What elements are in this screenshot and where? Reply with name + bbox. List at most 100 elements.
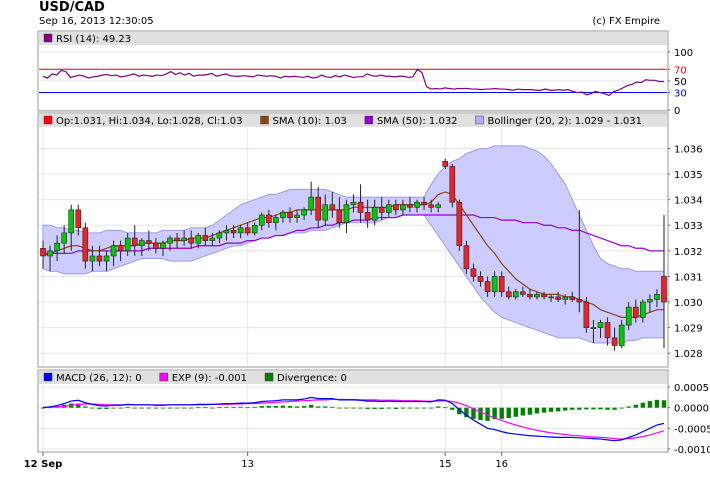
x-tick-label-1: 13 (241, 459, 254, 470)
candle-body-57 (442, 160, 449, 167)
candle-58 (449, 163, 456, 208)
candle-body-67 (513, 291, 519, 298)
candle-body-11 (117, 245, 124, 252)
candle-body-66 (505, 291, 512, 298)
divergence-bar-84 (633, 404, 638, 408)
macd-panel: MACD (26, 12): 0 EXP (9): -0.001 Divergenc… (37, 369, 710, 456)
divergence-bar-23 (203, 407, 208, 409)
divergence-bar-73 (555, 407, 561, 412)
candle-body-84 (632, 306, 639, 318)
candle-59 (456, 199, 463, 251)
price-tick-label-0: 1.036 (674, 144, 703, 155)
candle-body-47 (371, 207, 378, 221)
candle-body-62 (477, 276, 484, 282)
candle-body-50 (393, 204, 399, 211)
candle-body-38 (308, 196, 314, 211)
candle-body-45 (357, 201, 364, 213)
candle-body-13 (131, 237, 138, 247)
macd-tick-label-2: -0.0005 (674, 424, 710, 435)
candle-body-77 (583, 301, 590, 328)
candle-body-7 (89, 255, 96, 262)
divergence-bar-82 (619, 407, 624, 409)
divergence-bar-41 (330, 406, 335, 408)
divergence-bar-26 (224, 406, 229, 408)
candle-body-43 (343, 204, 350, 223)
divergence-bar-47 (372, 407, 377, 409)
divergence-bar-34 (280, 405, 286, 408)
divergence-bar-53 (414, 407, 420, 409)
divergence-bar-17 (160, 407, 166, 409)
legend-label-0: RSI (14): 49.23 (56, 34, 131, 45)
divergence-bar-85 (640, 402, 646, 408)
x-tick-label-3: 16 (495, 459, 508, 470)
divergence-bar-31 (259, 406, 264, 408)
divergence-bar-9 (104, 407, 109, 409)
candle-body-32 (266, 214, 272, 223)
macd-tick-label-0: 0.0005 (674, 383, 709, 394)
legend-swatch-3 (475, 115, 484, 125)
divergence-bar-12 (125, 407, 130, 409)
price-tick-label-5: 1.031 (674, 272, 703, 283)
candle-body-82 (618, 324, 625, 346)
legend-label-2: SMA (50): 1.032 (377, 116, 458, 127)
divergence-bar-35 (287, 406, 293, 408)
divergence-bar-15 (146, 407, 152, 409)
candle-body-40 (322, 204, 329, 221)
divergence-bar-10 (111, 407, 116, 409)
divergence-bar-32 (266, 406, 272, 408)
candle-body-58 (449, 166, 456, 203)
divergence-bar-29 (245, 407, 250, 409)
divergence-bar-36 (294, 406, 300, 408)
divergence-bar-48 (379, 407, 384, 409)
candle-body-9 (103, 255, 110, 262)
candle-body-22 (195, 235, 202, 244)
divergence-bar-50 (393, 407, 399, 409)
legend-swatch-2 (264, 372, 274, 382)
candle-body-26 (223, 230, 230, 234)
divergence-bar-6 (83, 406, 88, 408)
candle-body-41 (329, 204, 336, 211)
rsi-y-ticks: 100 705030 0 (668, 48, 693, 117)
x-axis: 12 Sep 13 15 16 (24, 452, 508, 470)
candle-body-37 (301, 209, 307, 216)
rsi-tick-label-1: 70 (674, 65, 687, 76)
divergence-bar-83 (626, 406, 631, 408)
candle-body-42 (336, 209, 343, 223)
legend-label-2: Divergence: 0 (277, 373, 347, 384)
price-y-ticks: 1.036 1.035 1.034 1.033 1.032 1.031 1.030 1.029… (668, 144, 703, 360)
x-tick-label-0: 12 Sep (24, 459, 63, 470)
candle-body-55 (428, 204, 434, 208)
candle-body-2 (54, 242, 60, 252)
candle-body-21 (188, 237, 194, 244)
candle-body-59 (456, 201, 463, 247)
candle-77 (583, 296, 590, 333)
legend-label-1: EXP (9): -0.001 (172, 373, 247, 384)
candle-body-73 (555, 296, 561, 300)
divergence-bar-66 (506, 407, 511, 418)
legend-label-1: SMA (10): 1.03 (273, 116, 347, 127)
legend-label-3: Bollinger (20, 2): 1.029 - 1.031 (488, 116, 642, 127)
candle-body-27 (230, 230, 237, 234)
candle-body-85 (640, 301, 646, 318)
candle-body-86 (647, 299, 653, 303)
divergence-bar-43 (344, 407, 349, 409)
rsi-tick-label-4: 0 (674, 106, 680, 117)
candle-body-81 (611, 337, 618, 346)
divergence-bar-56 (435, 406, 441, 408)
candle-body-33 (273, 217, 279, 223)
candle-body-12 (124, 237, 131, 252)
candle-body-71 (541, 294, 547, 298)
candle-body-1 (47, 250, 53, 257)
candle-body-8 (96, 255, 103, 262)
candle-body-68 (520, 291, 526, 295)
candle-body-10 (110, 245, 117, 257)
candle-body-25 (216, 232, 223, 239)
rsi-tick-label-3: 30 (674, 89, 687, 100)
candle-body-23 (202, 235, 209, 241)
candle-body-14 (138, 240, 145, 247)
candle-body-28 (237, 227, 244, 234)
divergence-bar-81 (612, 407, 617, 410)
candle-body-46 (364, 212, 371, 221)
legend-swatch-0 (43, 33, 53, 43)
divergence-bar-57 (443, 407, 448, 409)
